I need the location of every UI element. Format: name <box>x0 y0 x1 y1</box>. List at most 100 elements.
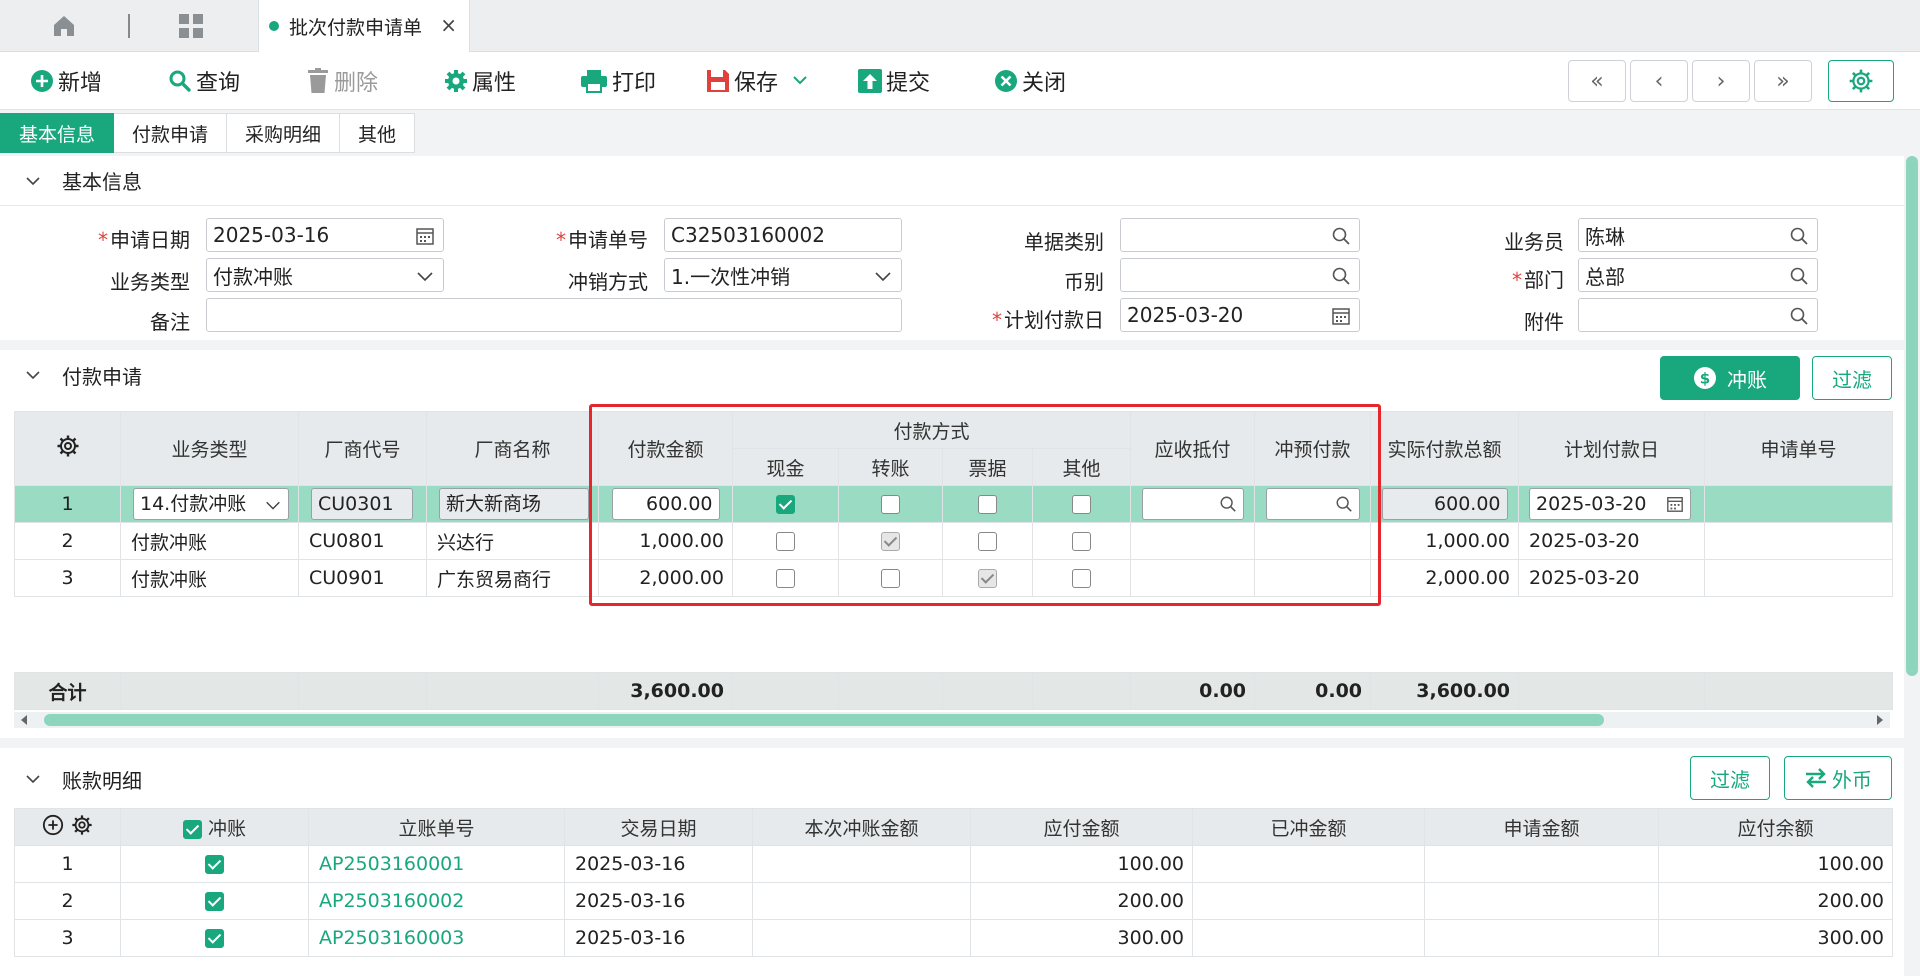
search-icon[interactable] <box>1789 266 1809 286</box>
properties-button[interactable]: 属性 <box>444 64 516 98</box>
calendar-icon[interactable] <box>415 226 435 246</box>
tab-payment-request[interactable]: 付款申请 <box>114 113 228 153</box>
col-biz-type[interactable]: 业务类型 <box>120 411 299 486</box>
select-all-checkbox[interactable] <box>182 819 202 839</box>
calendar-icon[interactable] <box>1666 495 1684 513</box>
settings-button[interactable] <box>1828 60 1894 102</box>
bill-checkbox[interactable] <box>978 569 997 588</box>
col-trade-date[interactable]: 交易日期 <box>564 808 753 846</box>
currency-field[interactable] <box>1120 258 1360 292</box>
cash-checkbox[interactable] <box>776 532 795 551</box>
other-checkbox[interactable] <box>1072 532 1091 551</box>
calendar-icon[interactable] <box>1331 306 1351 326</box>
offset-method-select[interactable]: 1.一次性冲销 <box>664 258 902 292</box>
prepay-offset-input[interactable] <box>1265 488 1360 520</box>
col-payable[interactable]: 应付金额 <box>970 808 1193 846</box>
save-button[interactable]: 保存 <box>706 64 818 98</box>
scroll-left-icon[interactable] <box>18 712 30 728</box>
col-ar-offset[interactable]: 应收抵付 <box>1130 411 1256 486</box>
bill-checkbox[interactable] <box>978 495 997 514</box>
col-other[interactable]: 其他 <box>1031 448 1132 486</box>
table-row[interactable]: 3 AP2503160003 2025-03-16 300.00 300.00 <box>14 919 1893 957</box>
tab-basic-info[interactable]: 基本信息 <box>0 113 115 153</box>
transfer-checkbox[interactable] <box>881 569 900 588</box>
ledger-filter-button[interactable]: 过滤 <box>1690 756 1770 800</box>
dept-field[interactable]: 总部 <box>1578 258 1818 292</box>
delete-button[interactable]: 删除 <box>306 64 378 98</box>
col-balance[interactable]: 应付余额 <box>1658 808 1893 846</box>
remark-field[interactable] <box>206 298 902 332</box>
plan-date-field[interactable]: 2025-03-20 <box>1120 298 1360 332</box>
submit-button[interactable]: 提交 <box>858 64 930 98</box>
search-icon[interactable] <box>1219 495 1237 513</box>
col-bill[interactable]: 票据 <box>942 448 1033 486</box>
col-entry-no[interactable]: 立账单号 <box>308 808 565 846</box>
prev-record-button[interactable]: ‹ <box>1630 60 1688 102</box>
apply-date-field[interactable]: 2025-03-16 <box>206 218 444 252</box>
horizontal-scrollbar[interactable] <box>14 712 1890 728</box>
table-row[interactable]: 2 AP2503160002 2025-03-16 200.00 200.00 <box>14 882 1893 920</box>
app-grid-icon[interactable] <box>178 13 204 39</box>
column-settings-cell[interactable] <box>14 411 121 486</box>
next-record-button[interactable]: › <box>1692 60 1750 102</box>
amount-input[interactable]: 600.00 <box>611 488 720 520</box>
col-offset[interactable]: 冲账 <box>120 808 309 846</box>
ar-offset-input[interactable] <box>1141 488 1244 520</box>
col-actual-total[interactable]: 实际付款总额 <box>1370 411 1520 486</box>
search-icon[interactable] <box>1335 495 1353 513</box>
tab-purchase-detail[interactable]: 采购明细 <box>227 113 341 153</box>
payment-filter-button[interactable]: 过滤 <box>1812 356 1892 400</box>
print-button[interactable]: 打印 <box>580 64 656 98</box>
entry-no-link[interactable]: AP2503160001 <box>308 845 565 883</box>
tab-batch-payment[interactable]: 批次付款申请单 × <box>258 0 470 52</box>
search-icon[interactable] <box>1331 266 1351 286</box>
close-tab-icon[interactable]: × <box>440 13 457 37</box>
last-record-button[interactable]: » <box>1754 60 1812 102</box>
scroll-right-icon[interactable] <box>1874 712 1886 728</box>
cash-checkbox[interactable] <box>776 569 795 588</box>
search-icon[interactable] <box>1789 226 1809 246</box>
col-transfer[interactable]: 转账 <box>838 448 943 486</box>
col-vendor-code[interactable]: 厂商代号 <box>298 411 427 486</box>
vendor-name-input[interactable]: 新大新商场 <box>439 488 589 520</box>
transfer-checkbox[interactable] <box>881 532 900 551</box>
table-row[interactable]: 1 14.付款冲账 CU0301 新大新商场 600.00 600.00 202… <box>14 485 1894 523</box>
col-prepay-offset[interactable]: 冲预付款 <box>1254 411 1372 486</box>
entry-no-link[interactable]: AP2503160003 <box>308 919 565 957</box>
close-button[interactable]: 关闭 <box>994 64 1066 98</box>
table-row[interactable]: 1 AP2503160001 2025-03-16 100.00 100.00 <box>14 845 1893 883</box>
gear-icon[interactable] <box>56 434 80 458</box>
col-offset-done[interactable]: 已冲金额 <box>1192 808 1425 846</box>
transfer-checkbox[interactable] <box>881 495 900 514</box>
col-amount[interactable]: 付款金额 <box>598 411 733 486</box>
foreign-currency-button[interactable]: 外币 <box>1784 756 1892 800</box>
table-row[interactable]: 3 付款冲账 CU0901 广东贸易商行 2,000.00 2,000.00 2… <box>14 559 1894 597</box>
attachment-field[interactable] <box>1578 298 1818 332</box>
salesman-field[interactable]: 陈琳 <box>1578 218 1818 252</box>
first-record-button[interactable]: « <box>1568 60 1626 102</box>
offset-checkbox[interactable] <box>205 892 224 911</box>
table-row[interactable]: 2 付款冲账 CU0801 兴达行 1,000.00 1,000.00 2025… <box>14 522 1894 560</box>
add-button[interactable]: 新增 <box>30 64 102 98</box>
entry-no-link[interactable]: AP2503160002 <box>308 882 565 920</box>
col-vendor-name[interactable]: 厂商名称 <box>426 411 599 486</box>
other-checkbox[interactable] <box>1072 495 1091 514</box>
plan-date-input[interactable]: 2025-03-20 <box>1529 488 1692 520</box>
offset-button[interactable]: $ 冲账 <box>1660 356 1800 400</box>
col-this-offset[interactable]: 本次冲账金额 <box>752 808 971 846</box>
ledger-detail-header[interactable]: 账款明细 <box>0 754 1904 804</box>
home-icon[interactable] <box>52 14 76 38</box>
offset-checkbox[interactable] <box>205 929 224 948</box>
query-button[interactable]: 查询 <box>168 64 240 98</box>
payment-request-header[interactable]: 付款申请 <box>0 350 1904 400</box>
other-checkbox[interactable] <box>1072 569 1091 588</box>
col-cash[interactable]: 现金 <box>732 448 839 486</box>
search-icon[interactable] <box>1789 306 1809 326</box>
scrollbar-thumb[interactable] <box>44 714 1604 726</box>
search-icon[interactable] <box>1331 226 1351 246</box>
basic-info-header[interactable]: 基本信息 <box>0 156 1904 206</box>
chevron-down-icon[interactable] <box>780 71 814 91</box>
doc-type-field[interactable] <box>1120 218 1360 252</box>
apply-no-field[interactable]: C32503160002 <box>664 218 902 252</box>
col-apply-amount[interactable]: 申请金额 <box>1424 808 1659 846</box>
